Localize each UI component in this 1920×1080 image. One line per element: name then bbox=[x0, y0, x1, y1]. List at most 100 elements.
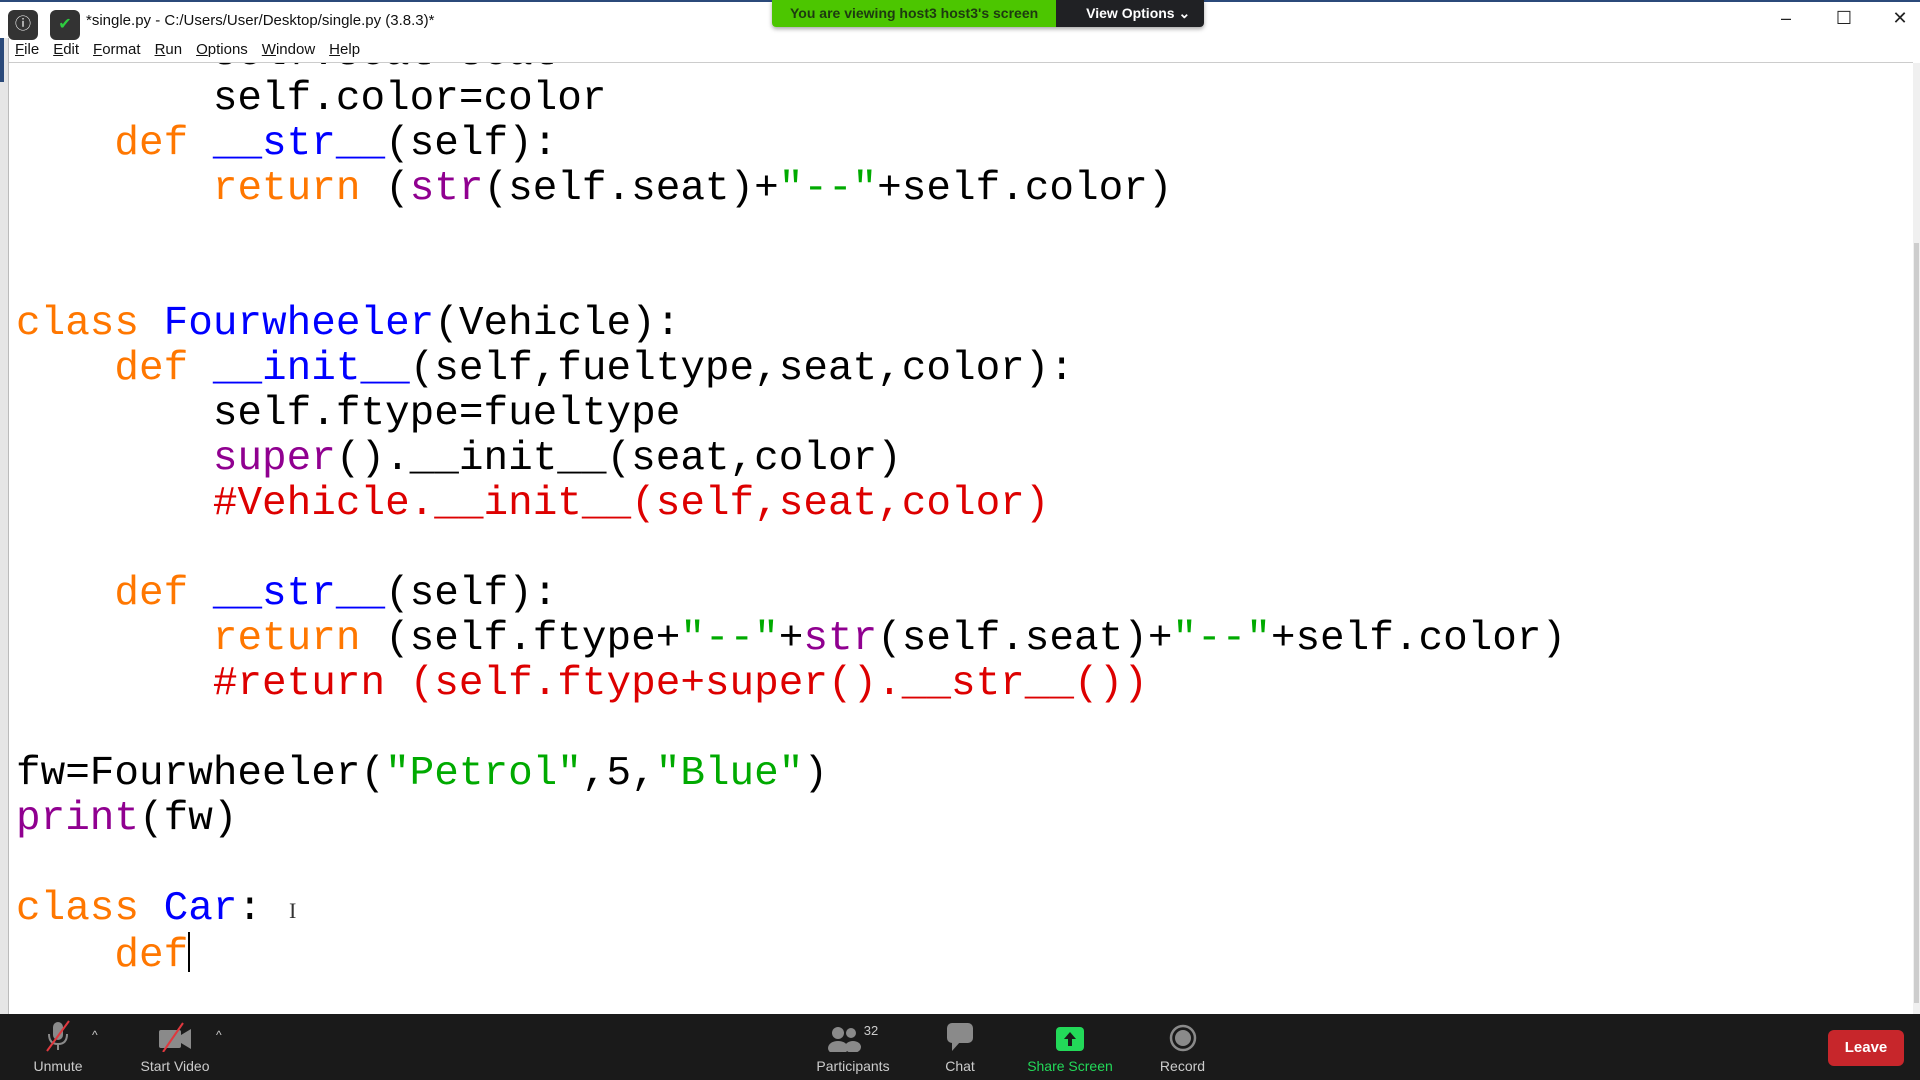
code-line: def bbox=[16, 932, 1566, 979]
viewing-message: You are viewing host3 host3's screen bbox=[772, 0, 1057, 27]
code-token: ().__init__(seat,color) bbox=[335, 436, 902, 482]
code-token: (self,fueltype,seat,color): bbox=[409, 346, 1074, 392]
code-line: return (self.ftype+"--"+str(self.seat)+"… bbox=[16, 617, 1566, 662]
builtin-token: print bbox=[16, 796, 140, 842]
code-token: (self.ftype+ bbox=[360, 616, 681, 662]
code-token: self.ftype=fueltype bbox=[16, 391, 681, 437]
comment-token: #Vehicle.__init__(self,seat,color) bbox=[212, 481, 1050, 527]
participants-label: Participants bbox=[816, 1058, 890, 1074]
close-button[interactable]: ✕ bbox=[1880, 8, 1920, 29]
leave-button[interactable]: Leave bbox=[1828, 1030, 1904, 1066]
code-line: self.ftype=fueltype bbox=[16, 392, 1566, 437]
share-screen-arrow-icon bbox=[1020, 1014, 1120, 1052]
share-screen-label: Share Screen bbox=[1027, 1058, 1113, 1074]
code-token: +self.color) bbox=[1270, 616, 1567, 662]
code-line: fw=Fourwheeler("Petrol",5,"Blue") bbox=[16, 752, 1566, 797]
menu-help[interactable]: Help bbox=[322, 38, 367, 62]
start-video-button[interactable]: Start Video bbox=[130, 1014, 220, 1080]
share-screen-button[interactable]: Share Screen bbox=[1020, 1014, 1120, 1080]
string-token: "Petrol" bbox=[385, 751, 582, 797]
code-line: class Fourwheeler(Vehicle): bbox=[16, 302, 1566, 347]
code-token: (self.seat)+ bbox=[483, 166, 779, 212]
code-token: + bbox=[778, 616, 804, 662]
code-line: def __init__(self,fueltype,seat,color): bbox=[16, 347, 1566, 392]
keyword-token: def bbox=[114, 933, 189, 979]
record-button[interactable]: Record bbox=[1150, 1014, 1215, 1080]
code-token: (fw) bbox=[139, 796, 238, 842]
unmute-label: Unmute bbox=[33, 1058, 83, 1074]
code-line: #Vehicle.__init__(self,seat,color) bbox=[16, 482, 1566, 527]
participants-button[interactable]: 32 Participants bbox=[808, 1014, 898, 1080]
chat-label: Chat bbox=[945, 1058, 975, 1074]
code-line: class Car: bbox=[16, 887, 1566, 932]
info-icon[interactable]: ⓘ bbox=[8, 10, 38, 40]
video-off-icon bbox=[130, 1014, 220, 1052]
menu-window[interactable]: Window bbox=[255, 38, 322, 62]
code-editor[interactable]: self.seat=seat self.color=color def __st… bbox=[9, 63, 1913, 1014]
scrollbar-thumb[interactable] bbox=[1914, 243, 1919, 1003]
code-token: (self): bbox=[385, 571, 558, 617]
keyword-token: def bbox=[114, 346, 189, 392]
shield-icon[interactable]: ✔ bbox=[50, 10, 80, 40]
menu-run[interactable]: Run bbox=[148, 38, 190, 62]
view-options-button[interactable]: View Options ⌄ bbox=[1056, 0, 1205, 27]
menu-format[interactable]: Format bbox=[86, 38, 148, 62]
keyword-token: def bbox=[114, 121, 189, 167]
code-token: ( bbox=[360, 166, 410, 212]
definition-token: Fourwheeler bbox=[163, 301, 435, 347]
muted-microphone-icon bbox=[20, 1014, 96, 1052]
menu-bar: File Edit Format Run Options Window Help bbox=[8, 38, 367, 62]
maximize-button[interactable]: ☐ bbox=[1824, 8, 1864, 29]
keyword-token: class bbox=[16, 886, 140, 932]
string-token: "--" bbox=[680, 616, 779, 662]
code-token: fw=Fourwheeler( bbox=[16, 751, 386, 797]
string-token: "Blue" bbox=[655, 751, 804, 797]
record-icon bbox=[1150, 1014, 1215, 1052]
menu-edit[interactable]: Edit bbox=[46, 38, 86, 62]
keyword-token: return bbox=[212, 166, 361, 212]
chat-button[interactable]: Chat bbox=[930, 1014, 990, 1080]
video-options-caret-icon[interactable]: ^ bbox=[216, 1028, 222, 1042]
code-token: ,5, bbox=[581, 751, 656, 797]
builtin-token: super bbox=[212, 436, 336, 482]
definition-token: Car bbox=[163, 886, 238, 932]
code-line: #return (self.ftype+super().__str__()) bbox=[16, 662, 1566, 707]
definition-token: __init__ bbox=[212, 346, 410, 392]
code-line: return (str(self.seat)+"--"+self.color) bbox=[16, 167, 1566, 212]
builtin-token: str bbox=[409, 166, 484, 212]
code-token: (Vehicle): bbox=[434, 301, 681, 347]
text-cursor-ibeam-icon: I bbox=[289, 898, 297, 923]
code-token: (self.seat)+ bbox=[877, 616, 1173, 662]
vertical-scrollbar[interactable] bbox=[1913, 63, 1920, 1014]
audio-options-caret-icon[interactable]: ^ bbox=[92, 1028, 98, 1042]
minimize-button[interactable]: – bbox=[1766, 8, 1806, 29]
text-cursor bbox=[188, 932, 191, 972]
record-label: Record bbox=[1159, 1058, 1206, 1074]
menu-file[interactable]: File bbox=[8, 38, 46, 62]
comment-token: #return (self.ftype+super().__str__()) bbox=[212, 661, 1148, 707]
chat-bubble-icon bbox=[930, 1014, 990, 1052]
meeting-toolbar: Unmute ^ Start Video ^ 32 Participants C… bbox=[0, 1014, 1920, 1080]
menu-options[interactable]: Options bbox=[189, 38, 255, 62]
start-video-label: Start Video bbox=[140, 1058, 210, 1074]
unmute-button[interactable]: Unmute bbox=[20, 1014, 96, 1080]
code-token: self.color=color bbox=[16, 76, 607, 122]
definition-token: __str__ bbox=[212, 571, 386, 617]
window-title: *single.py - C:/Users/User/Desktop/singl… bbox=[86, 12, 435, 29]
code-token: (self): bbox=[385, 121, 558, 167]
screen-share-banner: You are viewing host3 host3's screen Vie… bbox=[772, 0, 1205, 27]
code-token: self.seat=seat bbox=[16, 63, 557, 77]
code-line: def __str__(self): bbox=[16, 572, 1566, 617]
